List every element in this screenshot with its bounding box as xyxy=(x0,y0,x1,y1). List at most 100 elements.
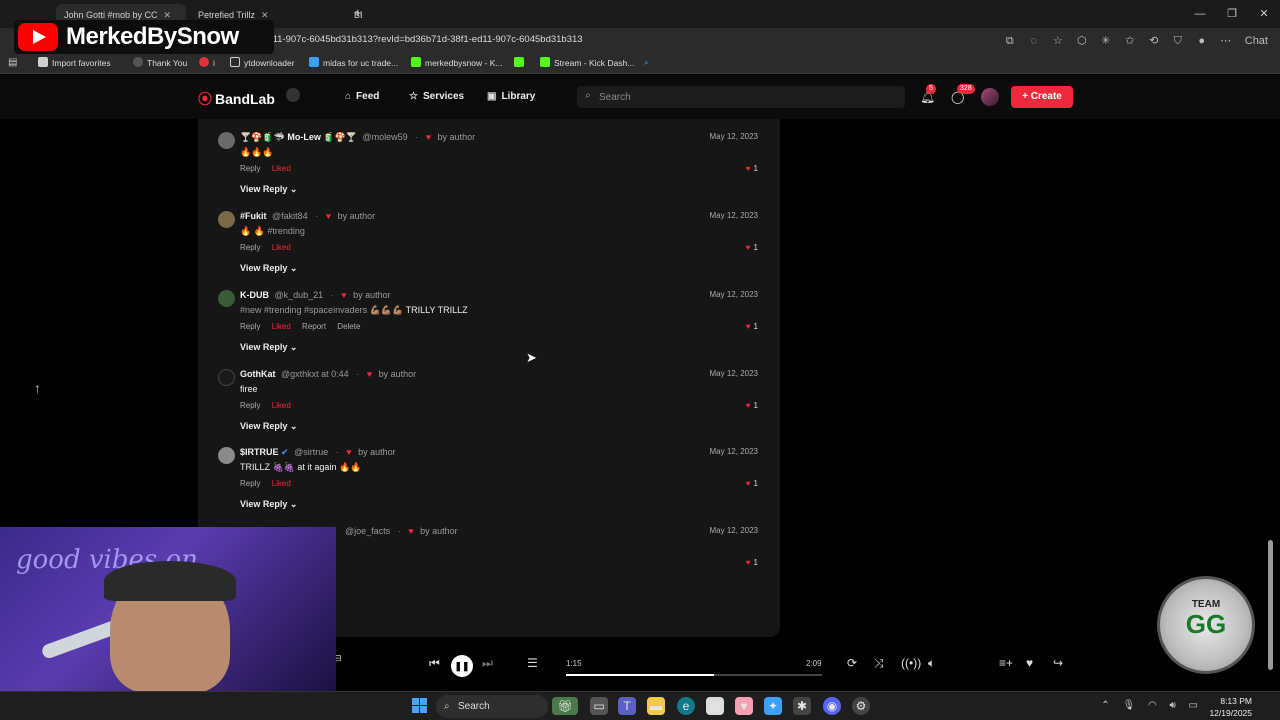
nav-library[interactable]: ▣ Library xyxy=(487,91,535,102)
clock-time[interactable]: 8:13 PM xyxy=(1220,696,1252,706)
comment-hashtags[interactable]: #new #trending #spaceinvaders xyxy=(240,305,367,315)
view-reply-button[interactable]: View Reply ⌄ xyxy=(240,499,297,510)
bookmark-merkedbysnow[interactable]: merkedbysnow - K... xyxy=(411,57,502,68)
chevron-up-icon[interactable]: ⌃ xyxy=(1101,700,1109,711)
bookmark-import-favorites[interactable]: Import favorites xyxy=(38,57,111,68)
profile-icon[interactable]: ● xyxy=(1193,32,1211,50)
user-avatar[interactable] xyxy=(981,88,999,106)
volume-icon[interactable]: 🔈︎ xyxy=(928,656,935,671)
nav-feed[interactable]: ⌂ Feed xyxy=(345,91,379,102)
commenter-name[interactable]: GothKat xyxy=(240,369,276,379)
copilot-chat-button[interactable]: Chat xyxy=(1241,32,1272,50)
url-text[interactable]: ed11-907c-6045bd31b313?revId=bd36b71d-38… xyxy=(262,34,583,45)
extensions-icon[interactable]: ⬡ xyxy=(1073,32,1091,50)
liked-button[interactable]: Liked xyxy=(272,401,291,410)
tab-close-icon[interactable]: ✕ xyxy=(164,10,172,20)
reply-button[interactable]: Reply xyxy=(240,401,260,410)
bookmark-kick[interactable] xyxy=(514,57,528,68)
bookmark-i[interactable]: i xyxy=(199,57,215,68)
commenter-name[interactable]: #Fukit xyxy=(240,211,267,221)
bookmark-thank-you[interactable]: Thank You xyxy=(133,57,187,68)
commenter-handle[interactable]: @molew59 xyxy=(363,132,408,142)
edge-icon[interactable]: e xyxy=(677,697,695,715)
commenter-handle[interactable]: @sirtrue xyxy=(294,447,328,457)
extension-icon[interactable]: ✳ xyxy=(1097,32,1115,50)
queue-icon[interactable]: ☰ xyxy=(527,656,538,670)
favorite-star-icon[interactable]: ☆ xyxy=(1049,32,1067,50)
commenter-name[interactable]: $IRTRUE xyxy=(240,447,279,457)
tab-close-icon[interactable]: ✕ xyxy=(261,10,269,20)
report-button[interactable]: Report xyxy=(302,322,326,331)
split-screen-icon[interactable]: ⧉ xyxy=(1001,32,1019,50)
battery-icon[interactable]: ▭ xyxy=(1189,700,1198,711)
store-icon[interactable]: ▦ xyxy=(706,697,724,715)
file-explorer-icon[interactable]: ▬ xyxy=(647,697,665,715)
view-reply-button[interactable]: View Reply ⌄ xyxy=(240,184,297,195)
clock-date[interactable]: 12/19/2025 xyxy=(1209,708,1252,718)
bookmark-ytdownloader[interactable]: ytdownloader xyxy=(230,57,295,68)
discord-icon[interactable]: ◉ xyxy=(823,697,841,715)
more-menu-icon[interactable]: ⋯ xyxy=(1217,32,1235,50)
create-button[interactable]: + Create xyxy=(1011,86,1073,108)
commenter-avatar[interactable] xyxy=(218,211,235,228)
reply-button[interactable]: Reply xyxy=(240,243,260,252)
commenter-avatar[interactable] xyxy=(218,290,235,307)
settings-gear-icon[interactable]: ⚙ xyxy=(852,697,870,715)
commenter-avatar[interactable] xyxy=(218,132,235,149)
app-icon[interactable]: ♥ xyxy=(735,697,753,715)
app-icon[interactable]: ✱ xyxy=(793,697,811,715)
repeat-icon[interactable]: ⟳ xyxy=(847,656,857,670)
reply-button[interactable]: Reply xyxy=(240,164,260,173)
close-window-icon[interactable]: ✕ xyxy=(1248,0,1280,28)
scroll-to-top-arrow-icon[interactable]: ↑ xyxy=(34,380,41,396)
restore-icon[interactable]: ❐ xyxy=(1216,0,1248,28)
shuffle-icon[interactable]: ⤨ xyxy=(874,656,884,671)
liked-button[interactable]: Liked xyxy=(272,322,291,331)
reply-button[interactable]: Reply xyxy=(240,479,260,488)
commenter-name[interactable]: K-DUB xyxy=(240,290,269,300)
speaker-icon[interactable]: 🔊︎ xyxy=(1169,700,1175,711)
like-count[interactable]: ♥ 1 xyxy=(746,479,758,488)
like-count[interactable]: ♥ 1 xyxy=(746,243,758,252)
favorites-icon[interactable]: ✩ xyxy=(1121,32,1139,50)
view-reply-button[interactable]: View Reply ⌄ xyxy=(240,421,297,432)
messages-button[interactable]: ◯ 328 xyxy=(951,84,975,104)
commenter-handle[interactable]: @gxthkxt at 0:44 xyxy=(281,369,349,379)
microphone-icon[interactable]: 🎙︎ xyxy=(1122,700,1135,711)
collections-icon[interactable]: ▤ xyxy=(8,57,17,68)
broadcast-icon[interactable]: ((•)) xyxy=(901,656,921,670)
next-track-icon[interactable]: ⏭ xyxy=(482,656,493,671)
commenter-handle[interactable]: @fakit84 xyxy=(272,211,308,221)
progress-bar[interactable] xyxy=(566,674,822,676)
apps-grid-icon[interactable] xyxy=(286,88,300,102)
commenter-avatar[interactable] xyxy=(218,447,235,464)
teams-icon[interactable]: T xyxy=(618,697,636,715)
commenter-avatar[interactable] xyxy=(218,369,235,386)
windows-start-icon[interactable] xyxy=(412,698,427,713)
liked-button[interactable]: Liked xyxy=(272,479,291,488)
widgets-icon[interactable]: 🎁︎ xyxy=(552,697,578,715)
notifications-button[interactable]: 🔔︎ 5 xyxy=(920,84,936,104)
commenter-handle[interactable]: @joe_facts xyxy=(345,526,390,536)
commenter-handle[interactable]: @k_dub_21 xyxy=(275,290,324,300)
add-to-playlist-icon[interactable]: ≡+ xyxy=(999,656,1013,670)
like-count[interactable]: ♥ 1 xyxy=(746,322,758,331)
view-reply-button[interactable]: View Reply ⌄ xyxy=(240,342,297,353)
comment-hashtags[interactable]: 🔥 🔥 #trending xyxy=(240,226,305,236)
taskbar-search[interactable]: ⌕ Search xyxy=(436,695,548,718)
previous-track-icon[interactable]: ⏮ xyxy=(429,656,440,671)
history-icon[interactable]: ⟲ xyxy=(1145,32,1163,50)
liked-button[interactable]: Liked xyxy=(272,243,291,252)
new-tab-button[interactable]: + xyxy=(354,5,362,20)
minimize-icon[interactable]: — xyxy=(1184,0,1216,28)
bookmark-search-icon[interactable]: ⌕ xyxy=(644,57,649,68)
reply-button[interactable]: Reply xyxy=(240,322,260,331)
bandlab-logo[interactable]: ⦿ BandLab xyxy=(198,89,275,109)
bookmark-midas[interactable]: midas for uc trade... xyxy=(309,57,398,68)
read-aloud-icon[interactable]: ◌ xyxy=(1025,32,1043,50)
shield-icon[interactable]: ⛉ xyxy=(1169,32,1187,50)
nav-services[interactable]: ☆ Services xyxy=(409,91,464,102)
search-input[interactable] xyxy=(599,86,899,108)
liked-button[interactable]: Liked xyxy=(272,164,291,173)
task-view-icon[interactable]: ▭ xyxy=(590,697,608,715)
